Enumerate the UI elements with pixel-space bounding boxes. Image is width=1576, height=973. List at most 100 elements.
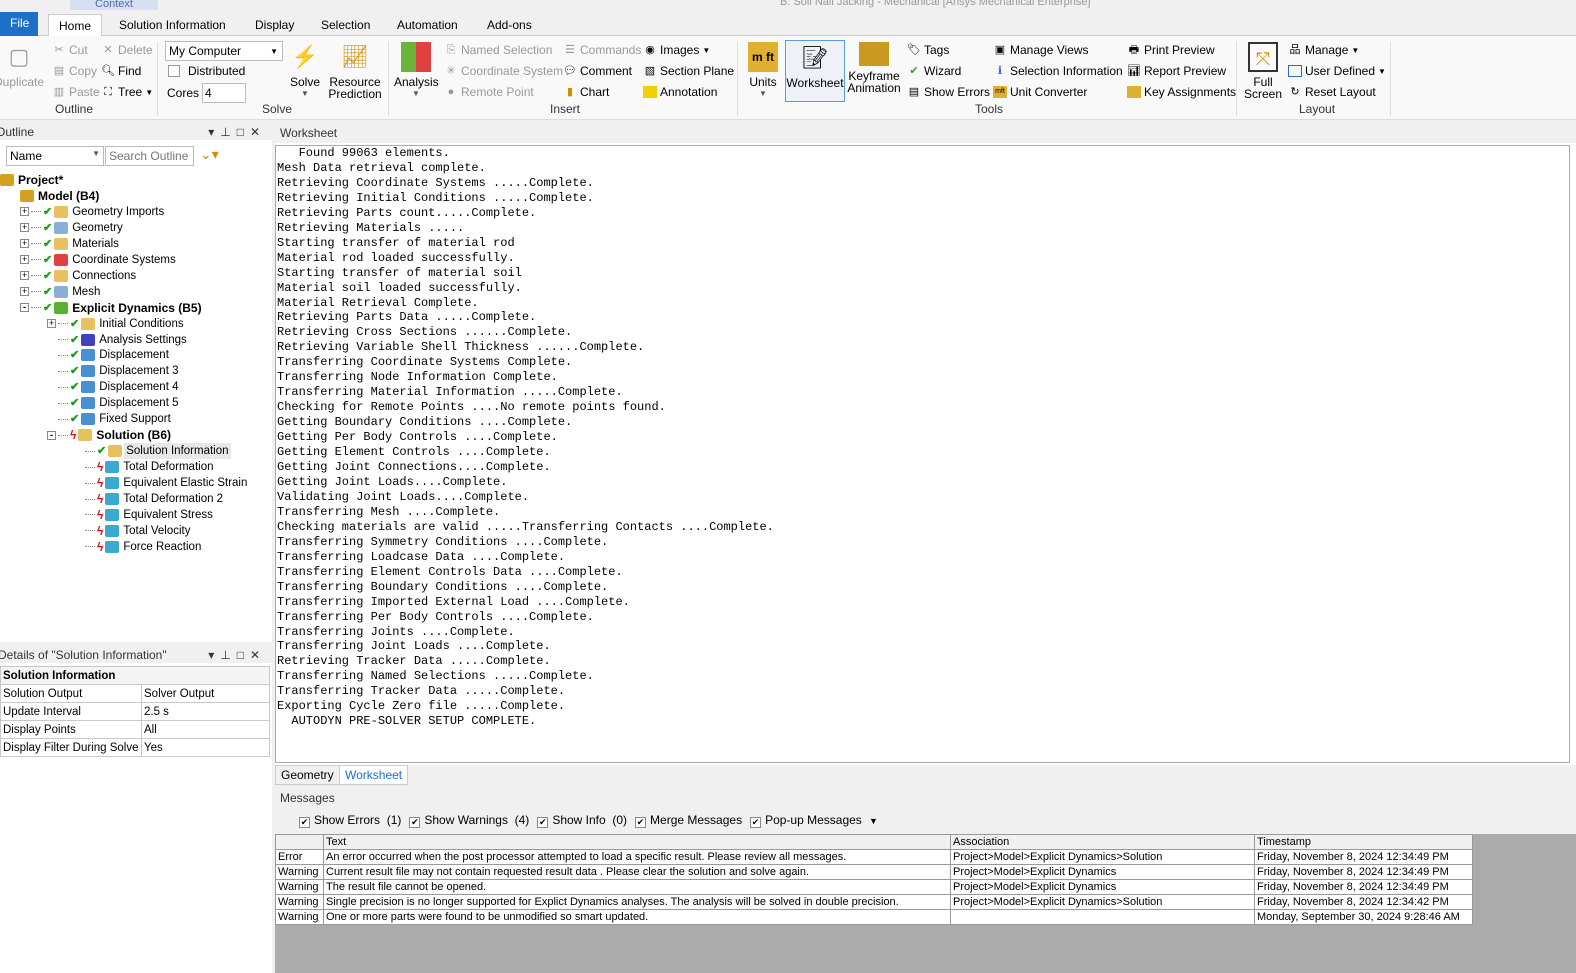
message-filter-checkbox[interactable]: ✔ Merge Messages <box>627 813 742 828</box>
report-preview-button[interactable]: 📊︎ Report Preview <box>1127 64 1226 78</box>
manage-views-button[interactable]: ▣ Manage Views <box>993 43 1089 57</box>
message-filter-checkbox[interactable]: ✔ Pop-up Messages <box>742 813 862 828</box>
filter-chevron-icon[interactable]: ⌄▾ <box>200 146 219 163</box>
tab-solution-information[interactable]: Solution Information <box>109 14 236 36</box>
expand-icon[interactable]: + <box>20 255 29 265</box>
wizard-button[interactable]: ✔ Wizard <box>907 64 961 78</box>
images-button[interactable]: ◉ Images ▼ <box>643 43 710 57</box>
tree-node[interactable]: ϟ Total Velocity <box>74 523 192 539</box>
message-filter-checkbox[interactable]: ✔ Show Warnings (4) <box>401 813 529 828</box>
details-row[interactable]: Display Points All <box>0 720 270 739</box>
user-defined-button[interactable]: User Defined ▼ <box>1288 64 1386 78</box>
tree-node[interactable]: ✔ Displacement 5 <box>47 395 180 411</box>
message-row[interactable]: Warning The result file cannot be opened.… <box>275 879 1473 895</box>
tree-node[interactable]: + ✔ Mesh <box>20 284 102 300</box>
column-header[interactable]: Timestamp <box>1254 834 1473 850</box>
find-button[interactable]: 🔍︎ Find <box>101 64 141 78</box>
show-errors-button[interactable]: ▤ Show Errors <box>907 85 990 99</box>
tab-file[interactable]: File <box>0 12 38 36</box>
tree-node[interactable]: + ✔ Materials <box>20 236 121 252</box>
worksheet-button[interactable]: 📝︎ Worksheet <box>785 40 845 102</box>
tree-node[interactable]: ✔ Fixed Support <box>47 411 173 427</box>
collapse-icon[interactable]: - <box>20 303 29 313</box>
property-value[interactable]: 2.5 s <box>141 702 270 721</box>
expand-icon[interactable]: + <box>20 271 29 281</box>
section-plane-button[interactable]: ▧ Section Plane <box>643 64 734 78</box>
tree-node[interactable]: ✔ Solution Information <box>74 443 231 460</box>
paste-button[interactable]: ▥ Paste <box>52 85 100 99</box>
named-selection-button[interactable]: ⎘ Named Selection <box>444 43 553 57</box>
property-value[interactable]: All <box>141 720 270 739</box>
panel-controls[interactable]: ▾⊥□✕ <box>208 124 266 140</box>
details-row[interactable]: Display Filter During Solve Yes <box>0 738 270 757</box>
units-button[interactable]: m ft Units ▼ <box>745 42 781 100</box>
tree-button[interactable]: ⛶ Tree ▼ <box>101 85 153 99</box>
commands-button[interactable]: ☰ Commands <box>563 43 641 57</box>
duplicate-button[interactable]: ▢Duplicate <box>0 42 44 88</box>
tab-automation[interactable]: Automation <box>387 14 468 36</box>
tab-add-ons[interactable]: Add-ons <box>477 14 542 36</box>
tree-node[interactable]: ϟ Total Deformation 2 <box>74 491 225 507</box>
tree-node[interactable]: ϟ Equivalent Stress <box>74 507 215 523</box>
distributed-checkbox[interactable]: Distributed <box>168 64 245 78</box>
expand-icon[interactable]: + <box>20 239 29 249</box>
tree-node[interactable]: ✔ Displacement <box>47 347 171 363</box>
selection-information-button[interactable]: ℹ Selection Information <box>993 64 1123 78</box>
remote-point-button[interactable]: ● Remote Point <box>444 85 534 99</box>
copy-button[interactable]: ▤ Copy <box>52 64 97 78</box>
solve-target-select[interactable]: My Computer ▼ <box>165 41 283 61</box>
tree-node[interactable]: + ✔ Coordinate Systems <box>20 252 178 268</box>
tree-node[interactable]: ✔ Displacement 4 <box>47 379 180 395</box>
tab-selection[interactable]: Selection <box>311 14 380 36</box>
analysis-button[interactable]: Analysis ▼ <box>394 42 439 100</box>
cut-button[interactable]: ✂ Cut <box>52 43 87 57</box>
message-row[interactable]: Warning Single precision is no longer sup… <box>275 894 1473 910</box>
key-assignments-button[interactable]: Key Assignments <box>1127 85 1236 99</box>
message-filter-checkbox[interactable]: ✔ Show Errors (1) <box>291 813 401 828</box>
annotation-button[interactable]: Annotation <box>643 85 717 99</box>
details-row[interactable]: Update Interval 2.5 s <box>0 702 270 721</box>
expand-icon[interactable]: + <box>47 319 56 329</box>
tab-display[interactable]: Display <box>245 14 304 36</box>
overflow-chevron-icon[interactable]: ▼ <box>869 816 878 826</box>
tab-home[interactable]: Home <box>48 14 103 36</box>
tree-node[interactable]: ✔ Analysis Settings <box>47 332 189 348</box>
tags-button[interactable]: 🏷︎ Tags <box>907 43 949 57</box>
tree-node[interactable]: Project* <box>0 172 65 188</box>
message-row[interactable]: Warning Current result file may not conta… <box>275 864 1473 880</box>
comment-button[interactable]: 💬︎ Comment <box>563 64 632 78</box>
tree-node[interactable]: Model (B4) <box>20 188 101 204</box>
unit-converter-button[interactable]: mft Unit Converter <box>993 85 1087 99</box>
property-value[interactable]: Yes <box>141 738 270 757</box>
manage-button[interactable]: 品 Manage ▼ <box>1288 43 1360 57</box>
tree-node[interactable]: ϟ Equivalent Elastic Strain <box>74 475 249 491</box>
tree-node[interactable]: + ✔ Geometry Imports <box>20 204 166 220</box>
search-outline-input[interactable] <box>105 146 194 166</box>
tree-node[interactable]: - ϟ Solution (B6) <box>47 427 173 443</box>
expand-icon[interactable]: + <box>20 223 29 233</box>
tree-node[interactable]: + ✔ Geometry <box>20 220 125 236</box>
tree-node[interactable]: ϟ Total Deformation <box>74 459 215 475</box>
message-row[interactable]: Warning One or more parts were found to b… <box>275 909 1473 925</box>
details-row[interactable]: Solution Output Solver Output <box>0 684 270 703</box>
tree-node[interactable]: + ✔ Initial Conditions <box>47 316 186 332</box>
tree-node[interactable]: - ✔ Explicit Dynamics (B5) <box>20 300 204 316</box>
expand-icon[interactable]: + <box>20 207 29 217</box>
column-header[interactable]: Text <box>323 834 951 850</box>
chart-button[interactable]: ▮ Chart <box>563 85 609 99</box>
expand-icon[interactable]: + <box>20 287 29 297</box>
message-row[interactable]: Error An error occurred when the post pro… <box>275 849 1473 865</box>
message-filter-checkbox[interactable]: ✔ Show Info (0) <box>529 813 627 828</box>
tab-worksheet[interactable]: Worksheet <box>339 765 409 785</box>
tree-node[interactable]: ✔ Displacement 3 <box>47 363 180 379</box>
reset-layout-button[interactable]: ↻ Reset Layout <box>1288 85 1375 99</box>
solve-button[interactable]: ⚡ Solve ▼ <box>288 42 322 100</box>
property-value[interactable]: Solver Output <box>141 684 270 703</box>
full-screen-button[interactable]: ⤧ Full Screen <box>1244 42 1282 100</box>
coordinate-system-button[interactable]: ✳ Coordinate System <box>444 64 563 78</box>
cores-input[interactable] <box>202 83 247 103</box>
tree-node[interactable]: + ✔ Connections <box>20 268 138 284</box>
delete-button[interactable]: ✕ Delete <box>101 43 152 57</box>
panel-controls[interactable]: ▾⊥□✕ <box>208 647 266 663</box>
outline-filter-select[interactable]: Name ▼ <box>6 146 104 166</box>
